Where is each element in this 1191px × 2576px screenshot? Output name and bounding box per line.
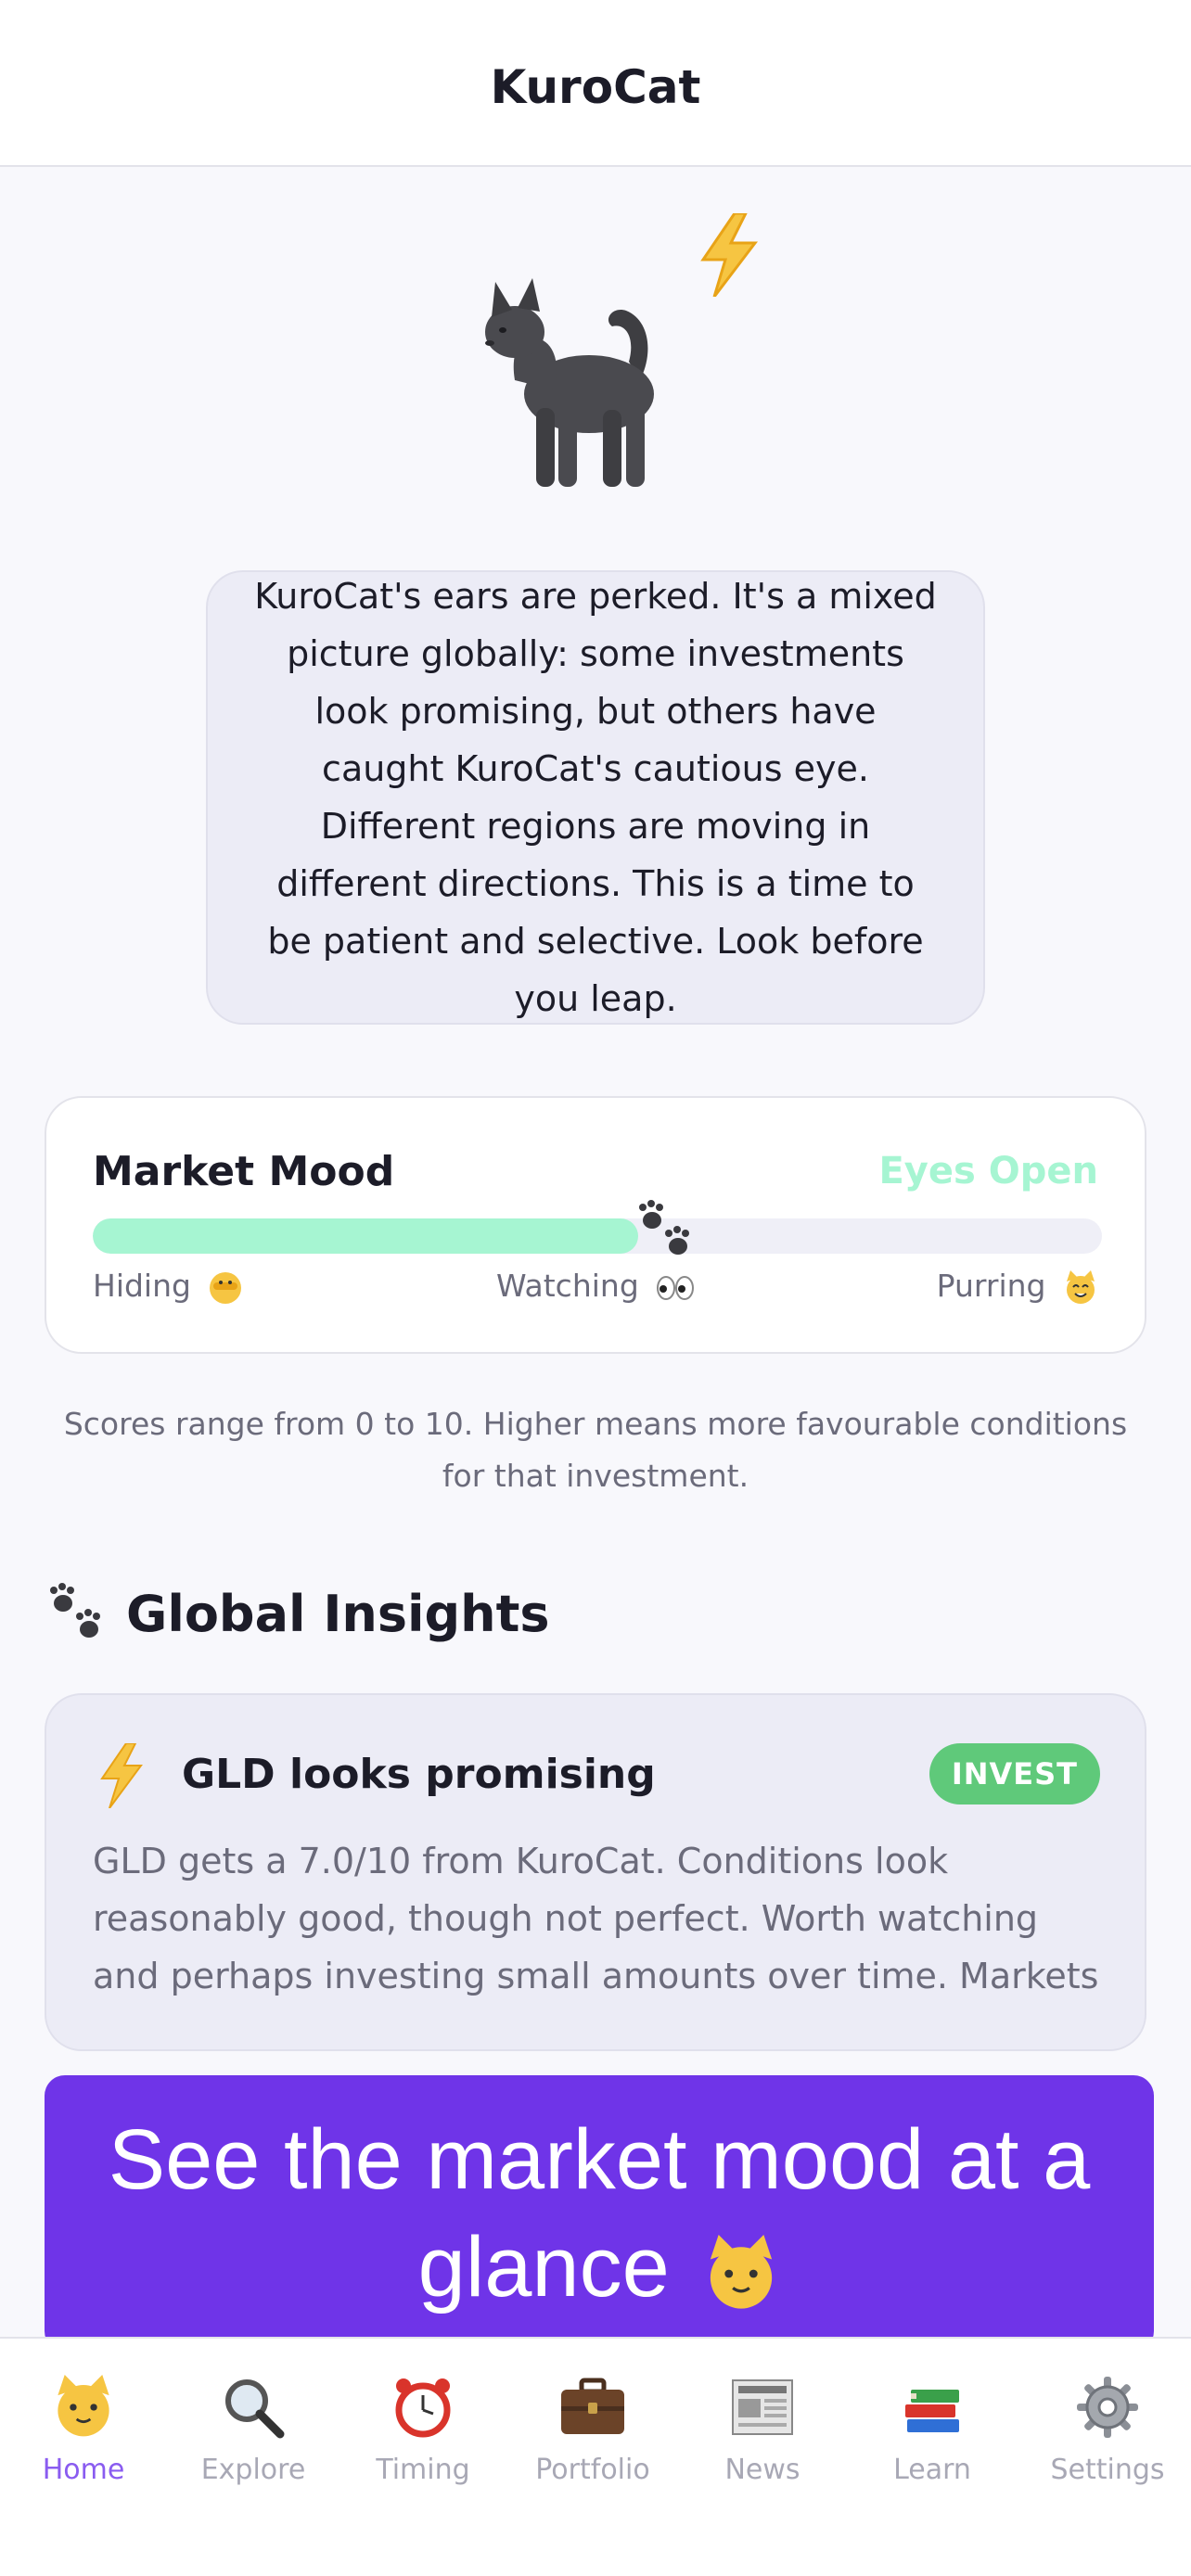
- tab-label: Home: [42, 2454, 125, 2486]
- peeking-face-icon: [210, 1271, 242, 1304]
- market-mood-card: Market Mood Eyes Open Hiding Watching Pu…: [45, 1096, 1146, 1354]
- tab-portfolio[interactable]: Portfolio: [509, 2368, 676, 2507]
- tab-learn[interactable]: Learn: [849, 2368, 1016, 2507]
- gear-icon: [1077, 2377, 1138, 2438]
- mood-label-purring: Purring: [937, 1268, 1098, 1306]
- app-title: KuroCat: [490, 60, 701, 114]
- alarm-clock-icon: [395, 2378, 451, 2438]
- market-mood-title: Market Mood: [93, 1148, 395, 1195]
- tab-label: Portfolio: [535, 2454, 650, 2486]
- tab-label: Timing: [376, 2454, 470, 2486]
- cat-commentary-text: KuroCat's ears are perked. It's a mixed …: [254, 576, 937, 1019]
- tab-news[interactable]: News: [679, 2368, 846, 2507]
- mood-label-watching-text: Watching: [496, 1268, 639, 1304]
- tab-label: News: [724, 2454, 800, 2486]
- market-mood-meter: [93, 1218, 1102, 1254]
- briefcase-icon: [561, 2378, 624, 2434]
- global-insights-header: Global Insights: [45, 1576, 550, 1651]
- tab-label: Explore: [200, 2454, 306, 2486]
- insight-title: GLD looks promising: [182, 1751, 656, 1798]
- tab-home[interactable]: Home: [0, 2368, 167, 2507]
- insight-body: GLD gets a 7.0/10 from KuroCat. Conditio…: [93, 1841, 1099, 1996]
- cat-commentary-bubble: KuroCat's ears are perked. It's a mixed …: [206, 570, 985, 1025]
- mood-label-purring-text: Purring: [936, 1268, 1046, 1304]
- lightning-bolt-icon: [700, 213, 759, 297]
- magnifier-icon: [225, 2379, 285, 2439]
- invest-badge: INVEST: [928, 1743, 1100, 1804]
- app-header: KuroCat: [0, 0, 1191, 167]
- tab-label: Settings: [1050, 2454, 1165, 2486]
- mood-label-hiding-text: Hiding: [93, 1268, 191, 1304]
- market-mood-meter-fill: [93, 1218, 638, 1254]
- promo-text-label: See the market mood at a glance: [108, 2112, 1091, 2315]
- tab-label: Learn: [893, 2454, 971, 2486]
- cat-face-icon: [58, 2375, 109, 2437]
- scores-explanation: Scores range from 0 to 10. Higher means …: [63, 1406, 1128, 1494]
- black-cat-icon: [464, 213, 759, 501]
- mood-label-watching: Watching: [496, 1268, 695, 1304]
- paw-prints-icon: [639, 1200, 689, 1255]
- black-cat-icon: [485, 278, 654, 487]
- promo-text: See the market mood at a glance: [82, 2106, 1117, 2321]
- market-mood-status: Eyes Open: [878, 1150, 1098, 1192]
- bottom-tab-bar: Home Explore Timing Portfolio News Learn…: [0, 2337, 1191, 2576]
- newspaper-icon: [732, 2379, 793, 2435]
- mood-label-hiding: Hiding: [93, 1268, 243, 1306]
- tab-explore[interactable]: Explore: [170, 2368, 337, 2507]
- tab-timing[interactable]: Timing: [339, 2368, 506, 2507]
- tab-settings[interactable]: Settings: [1024, 2368, 1191, 2507]
- lightning-bolt-icon: [100, 1743, 143, 1808]
- books-icon: [905, 2390, 959, 2432]
- insight-card[interactable]: GLD looks promising INVEST GLD gets a 7.…: [45, 1693, 1146, 2051]
- eyes-icon: [657, 1275, 695, 1300]
- hero-illustration: [0, 185, 1191, 510]
- promo-banner: See the market mood at a glance: [45, 2075, 1154, 2352]
- cat-face-icon: [711, 2234, 773, 2309]
- paw-prints-icon: [50, 1583, 100, 1638]
- global-insights-title: Global Insights: [126, 1584, 550, 1643]
- smiling-cat-icon: [1067, 1269, 1095, 1304]
